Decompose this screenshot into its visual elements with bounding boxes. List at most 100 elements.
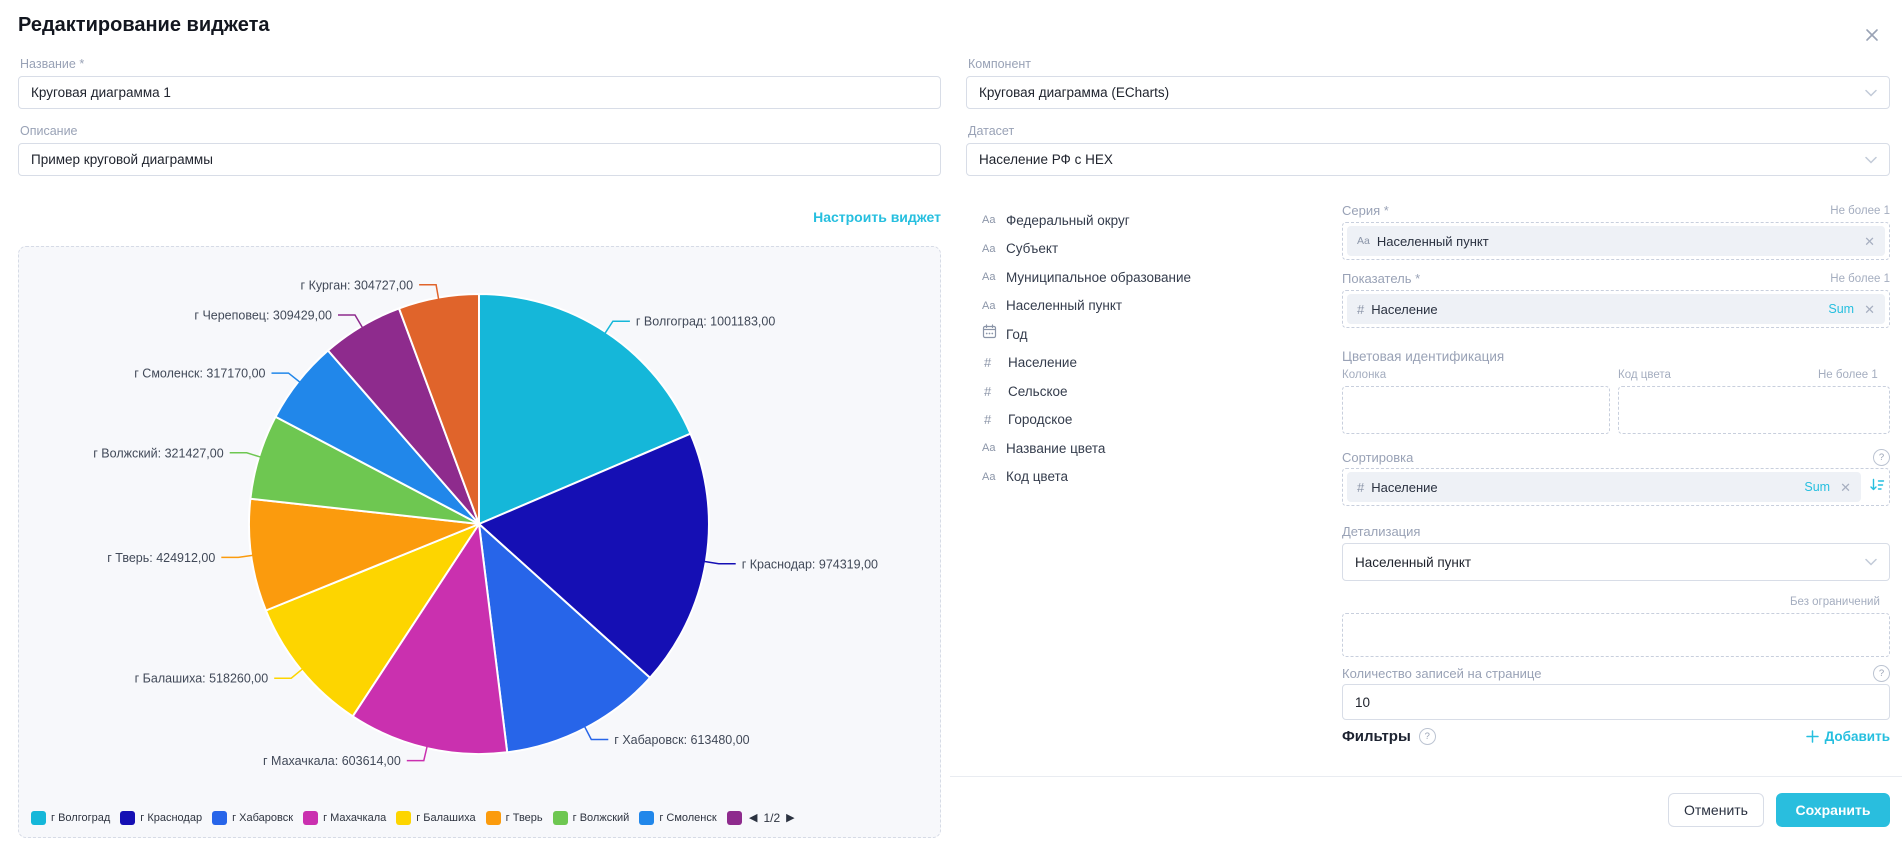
number-type-icon: # bbox=[1357, 480, 1364, 495]
aggregation-badge[interactable]: Sum bbox=[1804, 480, 1830, 494]
dataset-field-item[interactable]: #Сельское bbox=[982, 377, 1312, 406]
detail-select[interactable]: Населенный пункт bbox=[1342, 543, 1890, 581]
save-button[interactable]: Сохранить bbox=[1776, 793, 1890, 827]
dataset-select[interactable]: Население РФ с HEX bbox=[966, 143, 1890, 176]
metric-chip[interactable]: # Население Sum ✕ bbox=[1347, 294, 1885, 324]
name-input[interactable] bbox=[18, 76, 941, 109]
metric-field[interactable]: # Население Sum ✕ bbox=[1342, 290, 1890, 328]
color-column-label: Колонка bbox=[1342, 369, 1386, 381]
filters-label: Фильтры bbox=[1342, 728, 1411, 745]
sorting-chip[interactable]: # Население Sum ✕ bbox=[1347, 472, 1861, 502]
dataset-fields-list: AaФедеральный округAaСубъектAaМуниципаль… bbox=[982, 206, 1312, 491]
legend-swatch bbox=[212, 811, 227, 825]
description-input[interactable] bbox=[18, 143, 941, 176]
legend-item[interactable]: г Череповец bbox=[727, 811, 743, 825]
pie-label-line bbox=[272, 373, 301, 382]
metric-label: Показатель * bbox=[1342, 271, 1420, 286]
pie-slice-label: г Краснодар: 974319,00 bbox=[742, 557, 878, 571]
pie-slice-label: г Смоленск: 317170,00 bbox=[134, 367, 265, 381]
remove-icon[interactable]: ✕ bbox=[1864, 235, 1875, 248]
series-chip[interactable]: Aa Населенный пункт ✕ bbox=[1347, 226, 1885, 256]
edit-widget-dialog: Редактирование виджета Название * Описан… bbox=[0, 0, 1902, 842]
color-code-label: Код цвета bbox=[1618, 369, 1671, 381]
legend-item[interactable]: г Волжский bbox=[553, 811, 630, 825]
series-chip-text: Населенный пункт bbox=[1377, 234, 1489, 249]
pie-chart[interactable]: г Волгоград: 1001183,00 г Краснодар: 9743… bbox=[19, 247, 940, 837]
detail-value: Населенный пункт bbox=[1355, 555, 1471, 570]
legend-swatch bbox=[31, 811, 46, 825]
legend-label: г Волгоград bbox=[51, 812, 110, 824]
pie-label-line bbox=[338, 315, 363, 328]
pie-label-line bbox=[704, 561, 736, 563]
help-icon[interactable]: ? bbox=[1419, 728, 1436, 745]
component-select[interactable]: Круговая диаграмма (ECharts) bbox=[966, 76, 1890, 109]
dataset-field-label: Код цвета bbox=[1006, 469, 1068, 484]
dataset-field-item[interactable]: #Городское bbox=[982, 406, 1312, 435]
legend-next-icon[interactable]: ▶ bbox=[786, 813, 794, 824]
dataset-field-item[interactable]: AaФедеральный округ bbox=[982, 206, 1312, 235]
color-code-field[interactable] bbox=[1618, 386, 1890, 434]
remove-icon[interactable]: ✕ bbox=[1840, 481, 1851, 494]
legend-label: г Тверь bbox=[506, 812, 543, 824]
page-size-input[interactable] bbox=[1342, 684, 1890, 720]
help-icon[interactable]: ? bbox=[1873, 449, 1890, 466]
legend-item[interactable]: г Балашиха bbox=[396, 811, 475, 825]
configure-widget-link[interactable]: Настроить виджет bbox=[813, 209, 941, 225]
dataset-field-item[interactable]: AaСубъект bbox=[982, 235, 1312, 264]
pie-label-line bbox=[221, 555, 253, 557]
remove-icon[interactable]: ✕ bbox=[1864, 303, 1875, 316]
dataset-field-label: Федеральный округ bbox=[1006, 213, 1130, 228]
legend-label: г Смоленск bbox=[659, 812, 716, 824]
pie-slice-label: г Хабаровск: 613480,00 bbox=[614, 733, 749, 747]
legend-item[interactable]: г Махачкала bbox=[303, 811, 386, 825]
chevron-down-icon bbox=[1865, 89, 1877, 97]
dataset-field-item[interactable]: AaКод цвета bbox=[982, 463, 1312, 492]
dataset-field-label: Муниципальное образование bbox=[1006, 270, 1191, 285]
add-filter-button[interactable]: Добавить bbox=[1806, 729, 1890, 744]
dataset-field-label: Население bbox=[1008, 355, 1077, 370]
sorting-field[interactable]: # Население Sum ✕ bbox=[1342, 468, 1890, 506]
cancel-button[interactable]: Отменить bbox=[1668, 793, 1764, 827]
pie-slice-label: г Волжский: 321427,00 bbox=[93, 446, 223, 460]
pie-slice-label: г Тверь: 424912,00 bbox=[107, 551, 215, 565]
dataset-field-item[interactable]: #Население bbox=[982, 349, 1312, 378]
aggregation-badge[interactable]: Sum bbox=[1828, 302, 1854, 316]
extra-field[interactable] bbox=[1342, 613, 1890, 657]
color-column-field[interactable] bbox=[1342, 386, 1610, 434]
chart-legend: г Волгоград г Краснодар г Хабаровск г Махач… bbox=[31, 811, 795, 825]
close-icon[interactable] bbox=[1863, 26, 1881, 49]
legend-item[interactable]: г Хабаровск bbox=[212, 811, 293, 825]
legend-prev-icon[interactable]: ◀ bbox=[749, 813, 757, 824]
sorting-label: Сортировка bbox=[1342, 450, 1413, 465]
legend-pager: ◀ 1/2 ▶ bbox=[749, 811, 795, 825]
series-limit: Не более 1 bbox=[1830, 205, 1890, 217]
help-icon[interactable]: ? bbox=[1873, 665, 1890, 682]
component-label: Компонент bbox=[968, 57, 1031, 71]
number-type-icon: # bbox=[982, 412, 1008, 427]
dataset-field-item[interactable]: AaМуниципальное образование bbox=[982, 263, 1312, 292]
component-value: Круговая диаграмма (ECharts) bbox=[979, 85, 1169, 100]
text-type-icon: Aa bbox=[982, 471, 1006, 483]
text-type-icon: Aa bbox=[982, 271, 1006, 283]
legend-item[interactable]: г Волгоград bbox=[31, 811, 110, 825]
sorting-chip-text: Население bbox=[1371, 480, 1437, 495]
pie-slice-label: г Волгоград: 1001183,00 bbox=[636, 315, 775, 329]
calendar-icon bbox=[982, 324, 1006, 344]
series-field[interactable]: Aa Населенный пункт ✕ bbox=[1342, 222, 1890, 260]
widget-preview: г Волгоград: 1001183,00 г Краснодар: 9743… bbox=[18, 246, 941, 838]
legend-page-indicator: 1/2 bbox=[763, 811, 780, 825]
text-type-icon: Aa bbox=[982, 243, 1006, 255]
color-ident-limit: Не более 1 bbox=[1818, 369, 1878, 381]
legend-item[interactable]: г Краснодар bbox=[120, 811, 202, 825]
dataset-field-item[interactable]: AaНаселенный пункт bbox=[982, 292, 1312, 321]
series-label: Серия * bbox=[1342, 203, 1389, 218]
dataset-field-item[interactable]: Год bbox=[982, 320, 1312, 349]
text-type-icon: Aa bbox=[982, 442, 1006, 454]
dataset-field-item[interactable]: AaНазвание цвета bbox=[982, 434, 1312, 463]
legend-item[interactable]: г Смоленск bbox=[639, 811, 716, 825]
pie-label-line bbox=[605, 321, 630, 334]
dataset-field-label: Городское bbox=[1008, 412, 1072, 427]
sort-descending-icon[interactable] bbox=[1869, 477, 1885, 498]
legend-item[interactable]: г Тверь bbox=[486, 811, 543, 825]
legend-swatch bbox=[303, 811, 318, 825]
